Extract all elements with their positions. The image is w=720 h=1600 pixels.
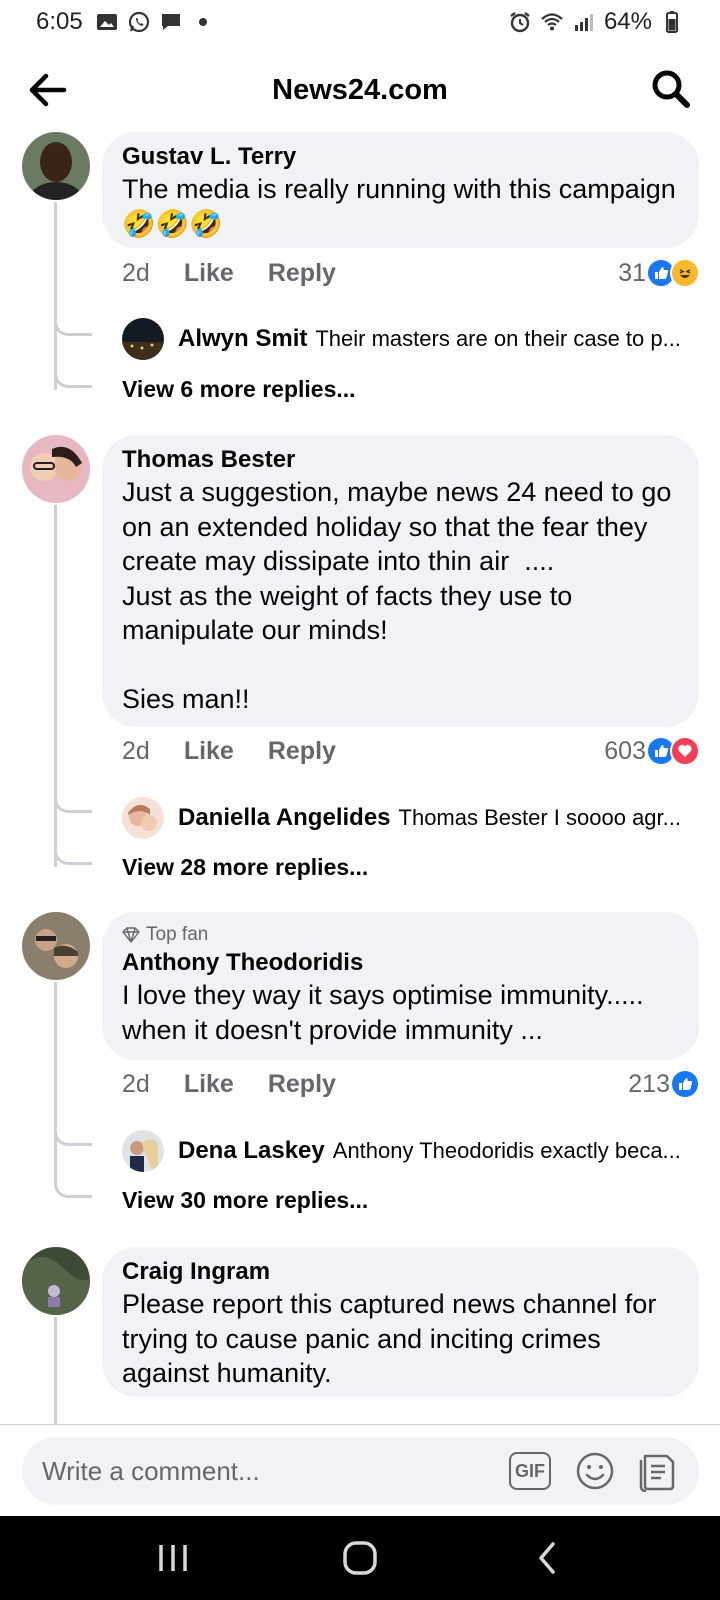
diamond-icon: [122, 927, 140, 943]
avatar[interactable]: [122, 797, 164, 839]
comment-composer: Write a comment... GIF: [0, 1424, 720, 1516]
top-fan-badge: Top fan: [122, 922, 679, 948]
avatar[interactable]: [122, 318, 164, 360]
avatar[interactable]: [22, 132, 90, 200]
like-button[interactable]: Like: [184, 259, 234, 288]
battery-icon: [666, 11, 678, 33]
system-navigation-bar: [0, 1516, 720, 1600]
emoji-icon[interactable]: [575, 1451, 615, 1491]
reply-text: Thomas Bester I soooo agr...: [398, 805, 681, 830]
comment-bubble[interactable]: Craig Ingram Please report this captured…: [102, 1247, 699, 1397]
top-fan-label: Top fan: [146, 924, 209, 945]
comment-actions: 2d Like Reply: [122, 1070, 336, 1099]
comment-placeholder[interactable]: Write a comment...: [42, 1456, 509, 1487]
reply-preview[interactable]: Dena Laskey Anthony Theodoridis exactly …: [122, 1130, 702, 1172]
sticker-icon[interactable]: [639, 1450, 679, 1492]
avatar[interactable]: [22, 912, 90, 980]
reaction-count: 603: [604, 736, 646, 765]
comment-text: Just a suggestion, maybe news 24 need to…: [122, 477, 672, 714]
back-arrow-icon[interactable]: [26, 70, 70, 110]
comment-actions: 2d Like Reply: [122, 737, 336, 766]
comment-time: 2d: [122, 259, 150, 287]
back-nav-icon[interactable]: [517, 1528, 577, 1588]
dot-icon: [198, 18, 207, 26]
signal-icon: [574, 14, 593, 31]
avatar[interactable]: [122, 1130, 164, 1172]
status-time: 6:05: [36, 8, 83, 35]
love-reaction-icon: [670, 736, 700, 766]
reply-button[interactable]: Reply: [268, 737, 336, 766]
recents-nav-icon[interactable]: [143, 1528, 203, 1588]
comment-author[interactable]: Craig Ingram: [122, 1257, 679, 1287]
view-more-replies[interactable]: View 30 more replies...: [122, 1187, 368, 1214]
whatsapp-notification-icon: [128, 11, 149, 33]
comment-bubble[interactable]: Gustav L. Terry The media is really runn…: [102, 132, 699, 248]
comment-time: 2d: [122, 1070, 150, 1098]
avatar[interactable]: [22, 435, 90, 503]
comment-text: The media is really running with this ca…: [122, 174, 684, 239]
comment-author[interactable]: Thomas Bester: [122, 445, 679, 475]
message-notification-icon: [161, 14, 180, 30]
reply-preview[interactable]: Daniella Angelides Thomas Bester I soooo…: [122, 797, 702, 839]
comment-bubble[interactable]: Top fan Anthony Theodoridis I love they …: [102, 912, 699, 1060]
like-button[interactable]: Like: [184, 1070, 234, 1099]
comment-time: 2d: [122, 737, 150, 765]
comment-actions: 2d Like Reply: [122, 259, 336, 288]
gif-icon[interactable]: GIF: [509, 1452, 551, 1490]
reaction-count: 31: [618, 258, 646, 287]
view-more-replies[interactable]: View 28 more replies...: [122, 854, 368, 881]
app-header: News24.com: [0, 50, 720, 130]
reply-text: Their masters are on their case to p...: [315, 326, 681, 351]
comment-text: Please report this captured news channel…: [122, 1289, 664, 1388]
search-icon[interactable]: [650, 68, 692, 110]
like-button[interactable]: Like: [184, 737, 234, 766]
view-more-replies[interactable]: View 6 more replies...: [122, 376, 356, 403]
reply-author[interactable]: Alwyn Smit: [178, 325, 307, 353]
reply-text: Anthony Theodoridis exactly beca...: [332, 1138, 681, 1163]
reaction-summary[interactable]: 603: [604, 736, 700, 766]
comment-author[interactable]: Anthony Theodoridis: [122, 948, 679, 978]
battery-percent: 64%: [603, 8, 652, 35]
avatar[interactable]: [22, 1247, 90, 1315]
status-bar: 6:05 64%: [0, 0, 720, 44]
alarm-icon: [510, 12, 530, 33]
haha-reaction-icon: [670, 258, 700, 288]
reply-author[interactable]: Daniella Angelides: [178, 804, 391, 832]
home-nav-icon[interactable]: [330, 1528, 390, 1588]
reply-button[interactable]: Reply: [268, 1070, 336, 1099]
comment-bubble[interactable]: Thomas Bester Just a suggestion, maybe n…: [102, 435, 699, 727]
comment-input[interactable]: Write a comment... GIF: [22, 1437, 699, 1505]
comments-feed[interactable]: Gustav L. Terry The media is really runn…: [0, 132, 720, 1424]
reaction-summary[interactable]: 213: [628, 1069, 700, 1099]
reply-button[interactable]: Reply: [268, 259, 336, 288]
reaction-summary[interactable]: 31: [618, 258, 700, 288]
page-title: News24.com: [272, 73, 448, 106]
like-reaction-icon: [670, 1069, 700, 1099]
reply-preview[interactable]: Alwyn Smit Their masters are on their ca…: [122, 318, 702, 360]
wifi-icon: [541, 13, 563, 31]
comment-text: I love they way it says optimise immunit…: [122, 980, 652, 1045]
reaction-count: 213: [628, 1069, 670, 1098]
reply-author[interactable]: Dena Laskey: [178, 1137, 325, 1165]
comment-author[interactable]: Gustav L. Terry: [122, 142, 679, 172]
gallery-notification-icon: [96, 14, 117, 30]
